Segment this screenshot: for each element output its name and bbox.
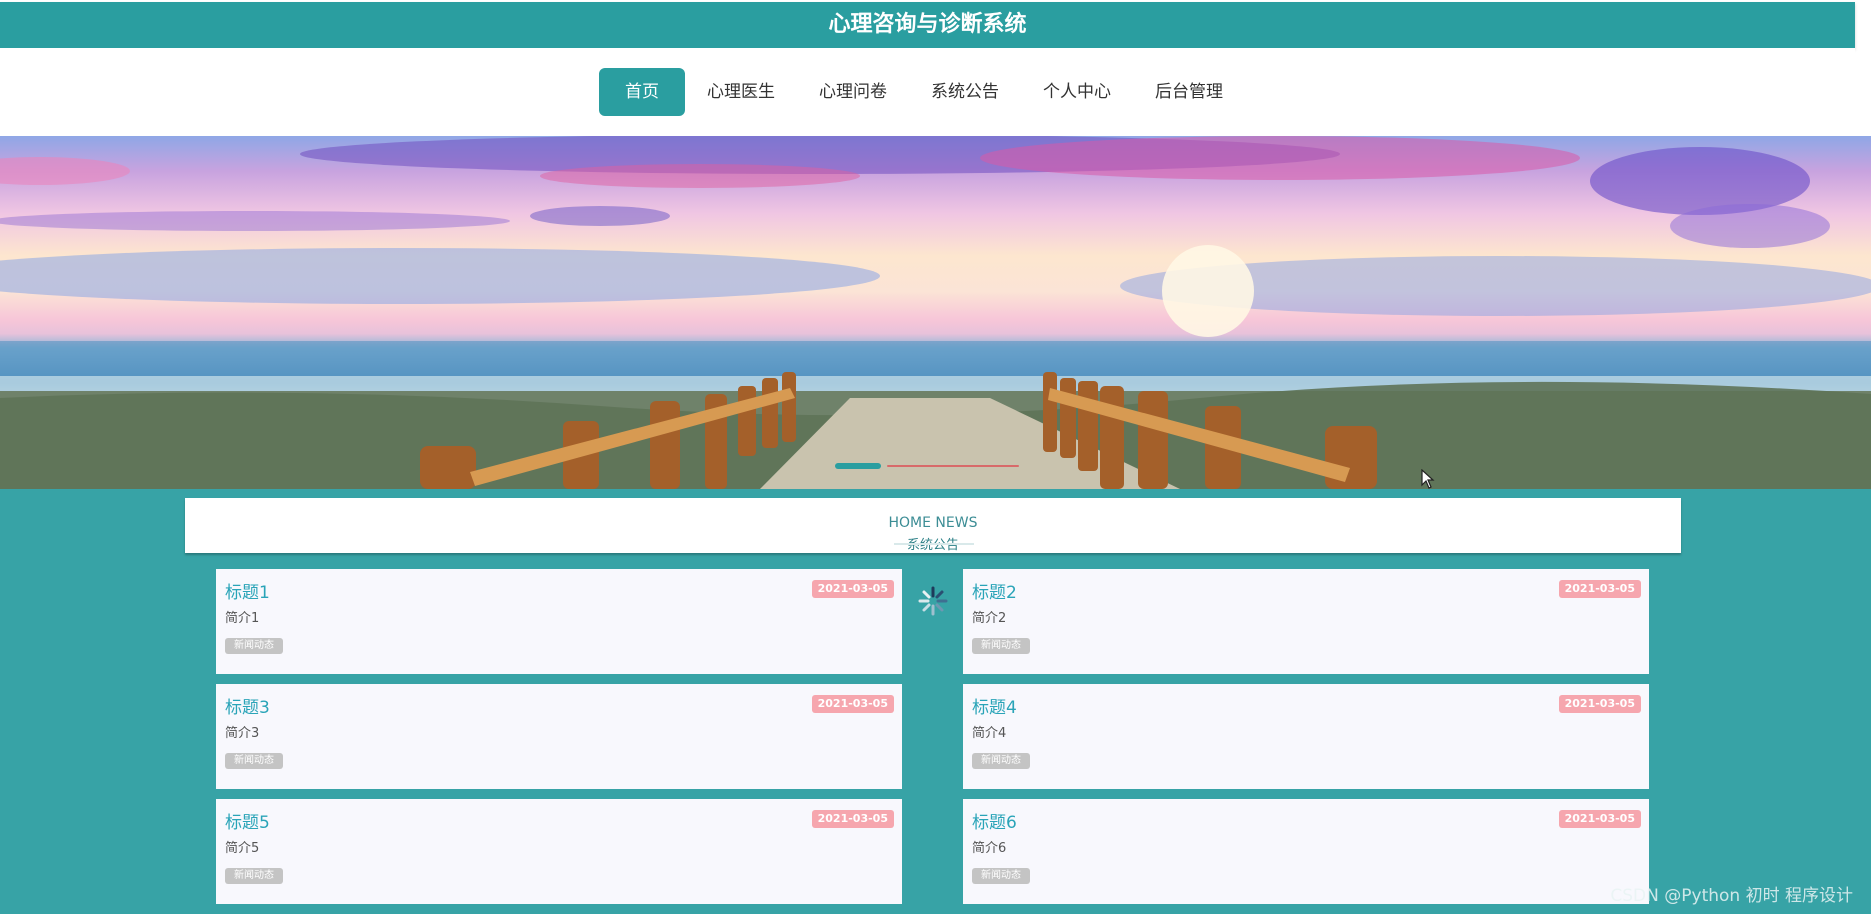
news-card[interactable]: 标题4 2021-03-05 简介4 新闻动态 bbox=[963, 684, 1649, 789]
nav-item-home[interactable]: 首页 bbox=[599, 68, 685, 116]
nav-list: 首页 心理医生 心理问卷 系统公告 个人中心 后台管理 bbox=[599, 68, 1245, 116]
news-card-intro: 简介2 bbox=[972, 611, 1007, 626]
main-nav: 首页 心理医生 心理问卷 系统公告 个人中心 后台管理 bbox=[0, 48, 1855, 136]
news-section: HOME NEWS 系统公告 标题1 2021-03-05 简介1 新闻动态 标… bbox=[0, 489, 1871, 914]
carousel-dot[interactable] bbox=[887, 465, 1019, 467]
nav-item-doctors[interactable]: 心理医生 bbox=[685, 68, 797, 116]
news-card[interactable]: 标题3 2021-03-05 简介3 新闻动态 bbox=[216, 684, 902, 789]
news-card-tag: 新闻动态 bbox=[225, 638, 283, 654]
carousel-indicators bbox=[835, 463, 1035, 469]
news-card-date: 2021-03-05 bbox=[1558, 810, 1641, 828]
news-card-intro: 简介4 bbox=[972, 726, 1007, 741]
banner-image bbox=[0, 136, 1871, 489]
site-title: 心理咨询与诊断系统 bbox=[828, 12, 1027, 37]
news-card[interactable]: 标题1 2021-03-05 简介1 新闻动态 bbox=[216, 569, 902, 674]
news-card-date: 2021-03-05 bbox=[811, 695, 894, 713]
news-header-underline bbox=[894, 543, 974, 545]
news-card-title[interactable]: 标题6 bbox=[972, 808, 1017, 833]
mouse-cursor-icon bbox=[1421, 469, 1435, 489]
loading-spinner-icon bbox=[918, 586, 948, 616]
news-card-intro: 简介1 bbox=[225, 611, 260, 626]
news-card-date: 2021-03-05 bbox=[1558, 695, 1641, 713]
news-card-title[interactable]: 标题3 bbox=[225, 693, 270, 718]
news-card-intro: 简介5 bbox=[225, 841, 260, 856]
nav-item-questionnaire[interactable]: 心理问卷 bbox=[797, 68, 909, 116]
news-card-title[interactable]: 标题1 bbox=[225, 578, 270, 603]
news-card[interactable]: 标题2 2021-03-05 简介2 新闻动态 bbox=[963, 569, 1649, 674]
nav-item-profile[interactable]: 个人中心 bbox=[1021, 68, 1133, 116]
news-card-tag: 新闻动态 bbox=[972, 753, 1030, 769]
news-card-tag: 新闻动态 bbox=[225, 868, 283, 884]
carousel-dot-active[interactable] bbox=[835, 463, 881, 469]
news-card-title[interactable]: 标题4 bbox=[972, 693, 1017, 718]
news-card-date: 2021-03-05 bbox=[811, 810, 894, 828]
news-card-date: 2021-03-05 bbox=[811, 580, 894, 598]
page: 心理咨询与诊断系统 首页 心理医生 心理问卷 系统公告 个人中心 后台管理 HO… bbox=[0, 0, 1871, 914]
news-card[interactable]: 标题5 2021-03-05 简介5 新闻动态 bbox=[216, 799, 902, 904]
banner-carousel[interactable] bbox=[0, 136, 1871, 489]
news-card-intro: 简介3 bbox=[225, 726, 260, 741]
news-card-title[interactable]: 标题5 bbox=[225, 808, 270, 833]
news-card-tag: 新闻动态 bbox=[972, 638, 1030, 654]
news-card[interactable]: 标题6 2021-03-05 简介6 新闻动态 bbox=[963, 799, 1649, 904]
nav-item-admin[interactable]: 后台管理 bbox=[1133, 68, 1245, 116]
clouds bbox=[0, 136, 1871, 316]
news-title-en: HOME NEWS bbox=[888, 515, 978, 531]
watermark: CSDN @Python 初时 程序设计 bbox=[1610, 886, 1853, 906]
news-card-intro: 简介6 bbox=[972, 841, 1007, 856]
news-card-tag: 新闻动态 bbox=[225, 753, 283, 769]
sun bbox=[1162, 245, 1254, 337]
nav-item-announcements[interactable]: 系统公告 bbox=[909, 68, 1021, 116]
news-card-title[interactable]: 标题2 bbox=[972, 578, 1017, 603]
news-card-date: 2021-03-05 bbox=[1558, 580, 1641, 598]
site-title-bar: 心理咨询与诊断系统 bbox=[0, 2, 1855, 48]
news-card-tag: 新闻动态 bbox=[972, 868, 1030, 884]
